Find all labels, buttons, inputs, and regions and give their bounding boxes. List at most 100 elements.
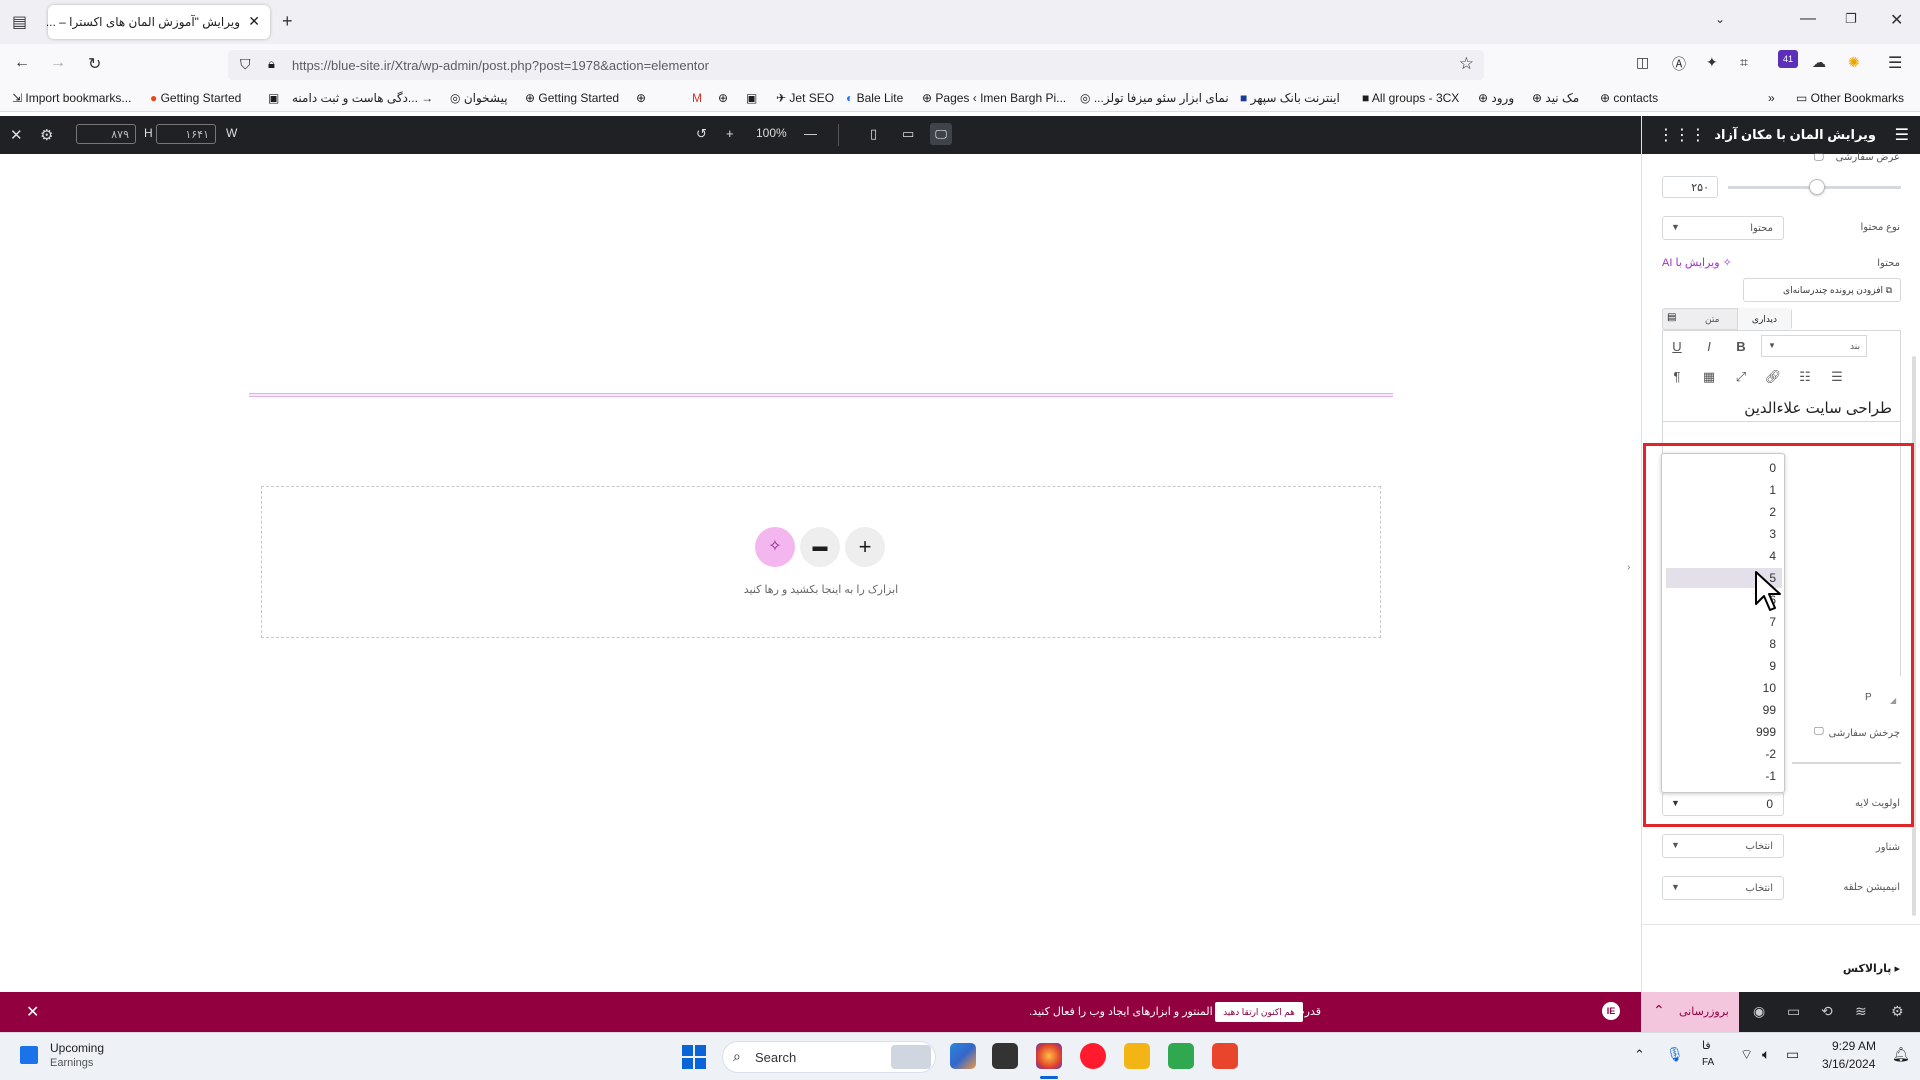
back-icon[interactable]: ← [14, 54, 30, 72]
ai-sparkle-button[interactable]: ✧ [755, 527, 795, 567]
paragraph-format-select[interactable]: ▼ بند [1761, 335, 1867, 357]
tab-list-icon[interactable]: ▤ [12, 12, 27, 32]
content-type-select[interactable]: محتوا ▼ [1662, 216, 1784, 240]
wifi-icon[interactable]: ⌔ [1740, 1046, 1753, 1064]
extension-puzzle-icon[interactable]: ✦ [1706, 54, 1718, 71]
copilot-icon[interactable] [950, 1043, 976, 1069]
bookmark-item[interactable]: ⊕ ورود [1478, 91, 1514, 105]
clock-time[interactable]: 9:29 AM [1832, 1039, 1876, 1053]
fullscreen-icon[interactable]: ⤢ [1731, 369, 1751, 385]
height-input[interactable]: ۸۷۹ [76, 124, 136, 144]
rtl-paragraph-icon[interactable]: ¶ [1667, 369, 1687, 384]
chevron-up-icon[interactable]: ⌃ [1653, 1002, 1665, 1019]
close-icon[interactable]: ✕ [10, 126, 23, 144]
crop-icon[interactable]: ⌗ [1740, 54, 1748, 71]
window-close-icon[interactable]: ✕ [1890, 10, 1903, 30]
extension-badge[interactable]: 41 [1778, 50, 1798, 68]
bookmark-item[interactable]: ● Getting Started [150, 91, 241, 105]
dropdown-option[interactable]: -1 [1666, 766, 1782, 786]
dropdown-option[interactable]: 10 [1666, 678, 1782, 698]
globe-icon[interactable]: ⊕ [636, 91, 646, 105]
globe-icon[interactable]: ⊕ [718, 91, 728, 105]
pocket-icon[interactable]: ◫ [1636, 54, 1649, 71]
tab-overflow-chevron-icon[interactable]: ⌄ [1715, 12, 1725, 26]
layer-priority-dropdown-list[interactable]: 0 1 2 3 4 5 6 7 8 9 10 99 999 -2 -1 [1661, 453, 1785, 793]
minimize-icon[interactable]: — [1800, 10, 1816, 28]
dropdown-option[interactable]: 7 [1666, 612, 1782, 632]
reset-zoom-icon[interactable]: ↺ [696, 126, 707, 142]
firefox-icon[interactable] [1036, 1043, 1062, 1069]
extension-icon[interactable]: ✺ [1848, 54, 1860, 71]
shield-icon[interactable]: ⛉ [240, 56, 251, 73]
bullet-list-icon[interactable]: ☰ [1827, 369, 1847, 385]
toolbar-kitchen-sink-icon[interactable]: ▦ [1699, 369, 1719, 385]
navigator-layers-icon[interactable]: ≋ [1855, 1003, 1867, 1020]
width-slider-handle[interactable] [1809, 179, 1825, 195]
template-folder-button[interactable]: ▬ [800, 527, 840, 567]
close-tab-icon[interactable]: ✕ [248, 13, 260, 30]
camtasia-green-icon[interactable] [1168, 1043, 1194, 1069]
address-bar[interactable]: ⛉ 🔒︎ https://blue-site.ir/Xtra/wp-admin/… [228, 50, 1484, 80]
desktop-device-icon[interactable]: 🖵︎ [930, 123, 952, 145]
tray-overflow-chevron-icon[interactable]: ⌃ [1634, 1047, 1645, 1063]
parallax-section-toggle[interactable]: ▸ پارالاکس [1843, 962, 1900, 975]
bookmark-star-icon[interactable]: ☆ [1459, 54, 1474, 74]
bookmark-item[interactable]: ■ All groups - 3CX [1362, 91, 1459, 105]
dropdown-option[interactable]: 4 [1666, 546, 1782, 566]
history-icon[interactable]: ⟲ [1821, 1003, 1833, 1020]
start-windows-icon[interactable] [682, 1045, 706, 1069]
panel-menu-icon[interactable]: ☰ [1895, 125, 1909, 145]
new-tab-icon[interactable]: + [282, 11, 293, 32]
file-explorer-icon[interactable] [1124, 1043, 1150, 1069]
ai-edit-link[interactable]: ✧ ویرایش با AI [1662, 256, 1732, 269]
dropdown-option[interactable]: 0 [1666, 458, 1782, 478]
bookmark-item[interactable]: ⊕ contacts [1600, 91, 1658, 105]
bookmarks-overflow-icon[interactable]: » [1768, 91, 1775, 105]
bookmark-item[interactable]: ⊕ Pages ‹ Imen Bargh Pi... [922, 91, 1066, 105]
bookmark-item[interactable]: → ...دگی هاست و ثبت دامنه [292, 91, 437, 105]
italic-button[interactable]: I [1699, 339, 1719, 354]
bookmark-item[interactable]: ⊕ مک نید [1532, 91, 1579, 105]
widget-title[interactable]: Upcoming [50, 1041, 104, 1055]
tab-visual[interactable]: دیداری [1737, 308, 1791, 330]
add-section-button[interactable]: + [845, 527, 885, 567]
underline-button[interactable]: U [1667, 339, 1687, 354]
tab-text[interactable]: متن [1705, 314, 1719, 325]
restore-icon[interactable]: ❐ [1845, 11, 1857, 27]
forward-icon[interactable]: → [50, 54, 66, 72]
tablet-device-icon[interactable]: ▭ [902, 126, 914, 142]
taskbar-search[interactable]: ⌕ Search [722, 1041, 936, 1073]
responsive-mode-icon[interactable]: ▭ [1787, 1003, 1800, 1020]
bookmark-item[interactable]: ◎ ...نمای ابزار سئو میزفا تولز [1080, 91, 1229, 105]
account-icon[interactable]: Ⓐ [1672, 54, 1686, 74]
dropdown-option[interactable]: 999 [1666, 722, 1782, 742]
widgets-grid-icon[interactable]: ⋮⋮⋮ [1658, 125, 1706, 145]
dropdown-option[interactable]: 9 [1666, 656, 1782, 676]
microphone-icon[interactable]: 🎙︎ [1666, 1046, 1684, 1063]
mobile-device-icon[interactable]: ▯ [870, 126, 877, 142]
link-icon[interactable]: 🔗︎ [1763, 369, 1783, 385]
float-select[interactable]: انتخاب ▼ [1662, 834, 1784, 858]
empty-container-dropzone[interactable]: ✧ ▬ + ابزارک را به اینجا بکشید و رها کنی… [261, 486, 1381, 638]
dropdown-option[interactable]: 8 [1666, 634, 1782, 654]
notification-bell-icon[interactable]: 🔔︎ [1892, 1046, 1910, 1063]
bookmark-item[interactable]: ■ اینترنت بانک سپهر [1240, 91, 1340, 105]
rich-text-editor[interactable]: U I B ▼ بند ¶ ▦ ⤢ 🔗︎ ☷ ☰ طراحی سایت علاء… [1662, 330, 1901, 422]
dropdown-option[interactable]: 1 [1666, 480, 1782, 500]
gear-icon[interactable]: ⚙ [40, 126, 53, 144]
preview-eye-icon[interactable]: ◉ [1753, 1003, 1765, 1020]
width-input[interactable]: ۱۶۴۱ [156, 124, 216, 144]
zoom-in-icon[interactable]: + [726, 126, 734, 141]
lock-icon[interactable]: 🔒︎ [268, 56, 275, 72]
toolbar-toggle-icon[interactable]: ▤ [1667, 312, 1676, 323]
gmail-icon[interactable]: M [692, 91, 702, 105]
bookmark-favicon-icon[interactable]: ▣ [746, 91, 757, 105]
opera-icon[interactable] [1080, 1043, 1106, 1069]
dropdown-option[interactable]: 2 [1666, 502, 1782, 522]
ordered-list-icon[interactable]: ☷ [1795, 369, 1815, 385]
loop-animation-select[interactable]: انتخاب ▼ [1662, 876, 1784, 900]
reload-icon[interactable]: ↻ [88, 54, 101, 74]
vpn-icon[interactable]: ☁ [1812, 54, 1826, 71]
collapse-panel-chevron-icon[interactable]: › [1627, 562, 1630, 573]
bookmark-item[interactable]: ▭ Other Bookmarks [1796, 91, 1904, 105]
